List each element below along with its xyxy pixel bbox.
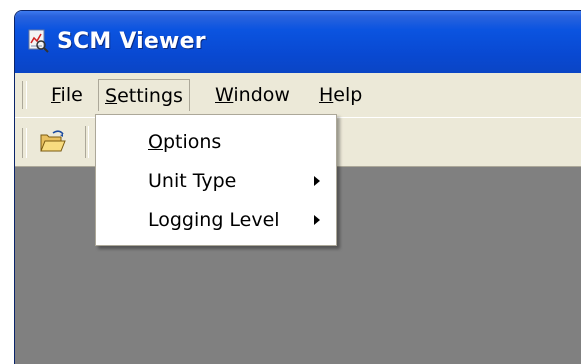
toolbar-grip[interactable] <box>22 128 27 158</box>
title-bar[interactable]: SCM Viewer <box>15 11 581 73</box>
menu-help-label: elp <box>333 84 363 106</box>
menu-help-accel: H <box>319 84 334 106</box>
app-viewer-icon <box>27 29 49 53</box>
menu-item-logging-level[interactable]: Logging Level <box>96 201 336 239</box>
toolbar-separator <box>85 126 89 158</box>
menu-item-options[interactable]: Options <box>96 123 336 161</box>
window-title: SCM Viewer <box>57 29 206 54</box>
menu-help[interactable]: Help <box>313 79 368 111</box>
submenu-arrow-icon <box>314 215 320 225</box>
menu-item-unit-type[interactable]: Unit Type <box>96 162 336 200</box>
menubar-grip[interactable] <box>22 81 27 109</box>
menu-item-options-rest: ptions <box>162 131 222 153</box>
menu-file-accel: F <box>51 84 61 106</box>
menu-item-options-accel: O <box>148 131 163 153</box>
menu-item-unit-type-label: Unit Type <box>148 170 237 192</box>
menu-bar: File Settings Window Help <box>15 73 581 118</box>
menu-settings[interactable]: Settings <box>98 79 190 111</box>
menu-file[interactable]: File <box>45 79 89 111</box>
open-folder-icon <box>31 130 75 162</box>
menu-item-options-label: Options <box>148 123 221 161</box>
menu-settings-label: ettings <box>117 85 183 107</box>
menu-window-label: indow <box>233 84 290 106</box>
menu-item-logging-level-label: Logging Level <box>148 209 280 231</box>
open-button[interactable] <box>31 126 75 158</box>
menu-window[interactable]: Window <box>209 79 296 111</box>
settings-dropdown-menu: Options Unit Type Logging Level <box>95 114 337 246</box>
menu-window-accel: W <box>215 84 234 106</box>
menu-file-label: ile <box>60 84 83 106</box>
submenu-arrow-icon <box>314 176 320 186</box>
menu-settings-accel: S <box>105 85 118 107</box>
